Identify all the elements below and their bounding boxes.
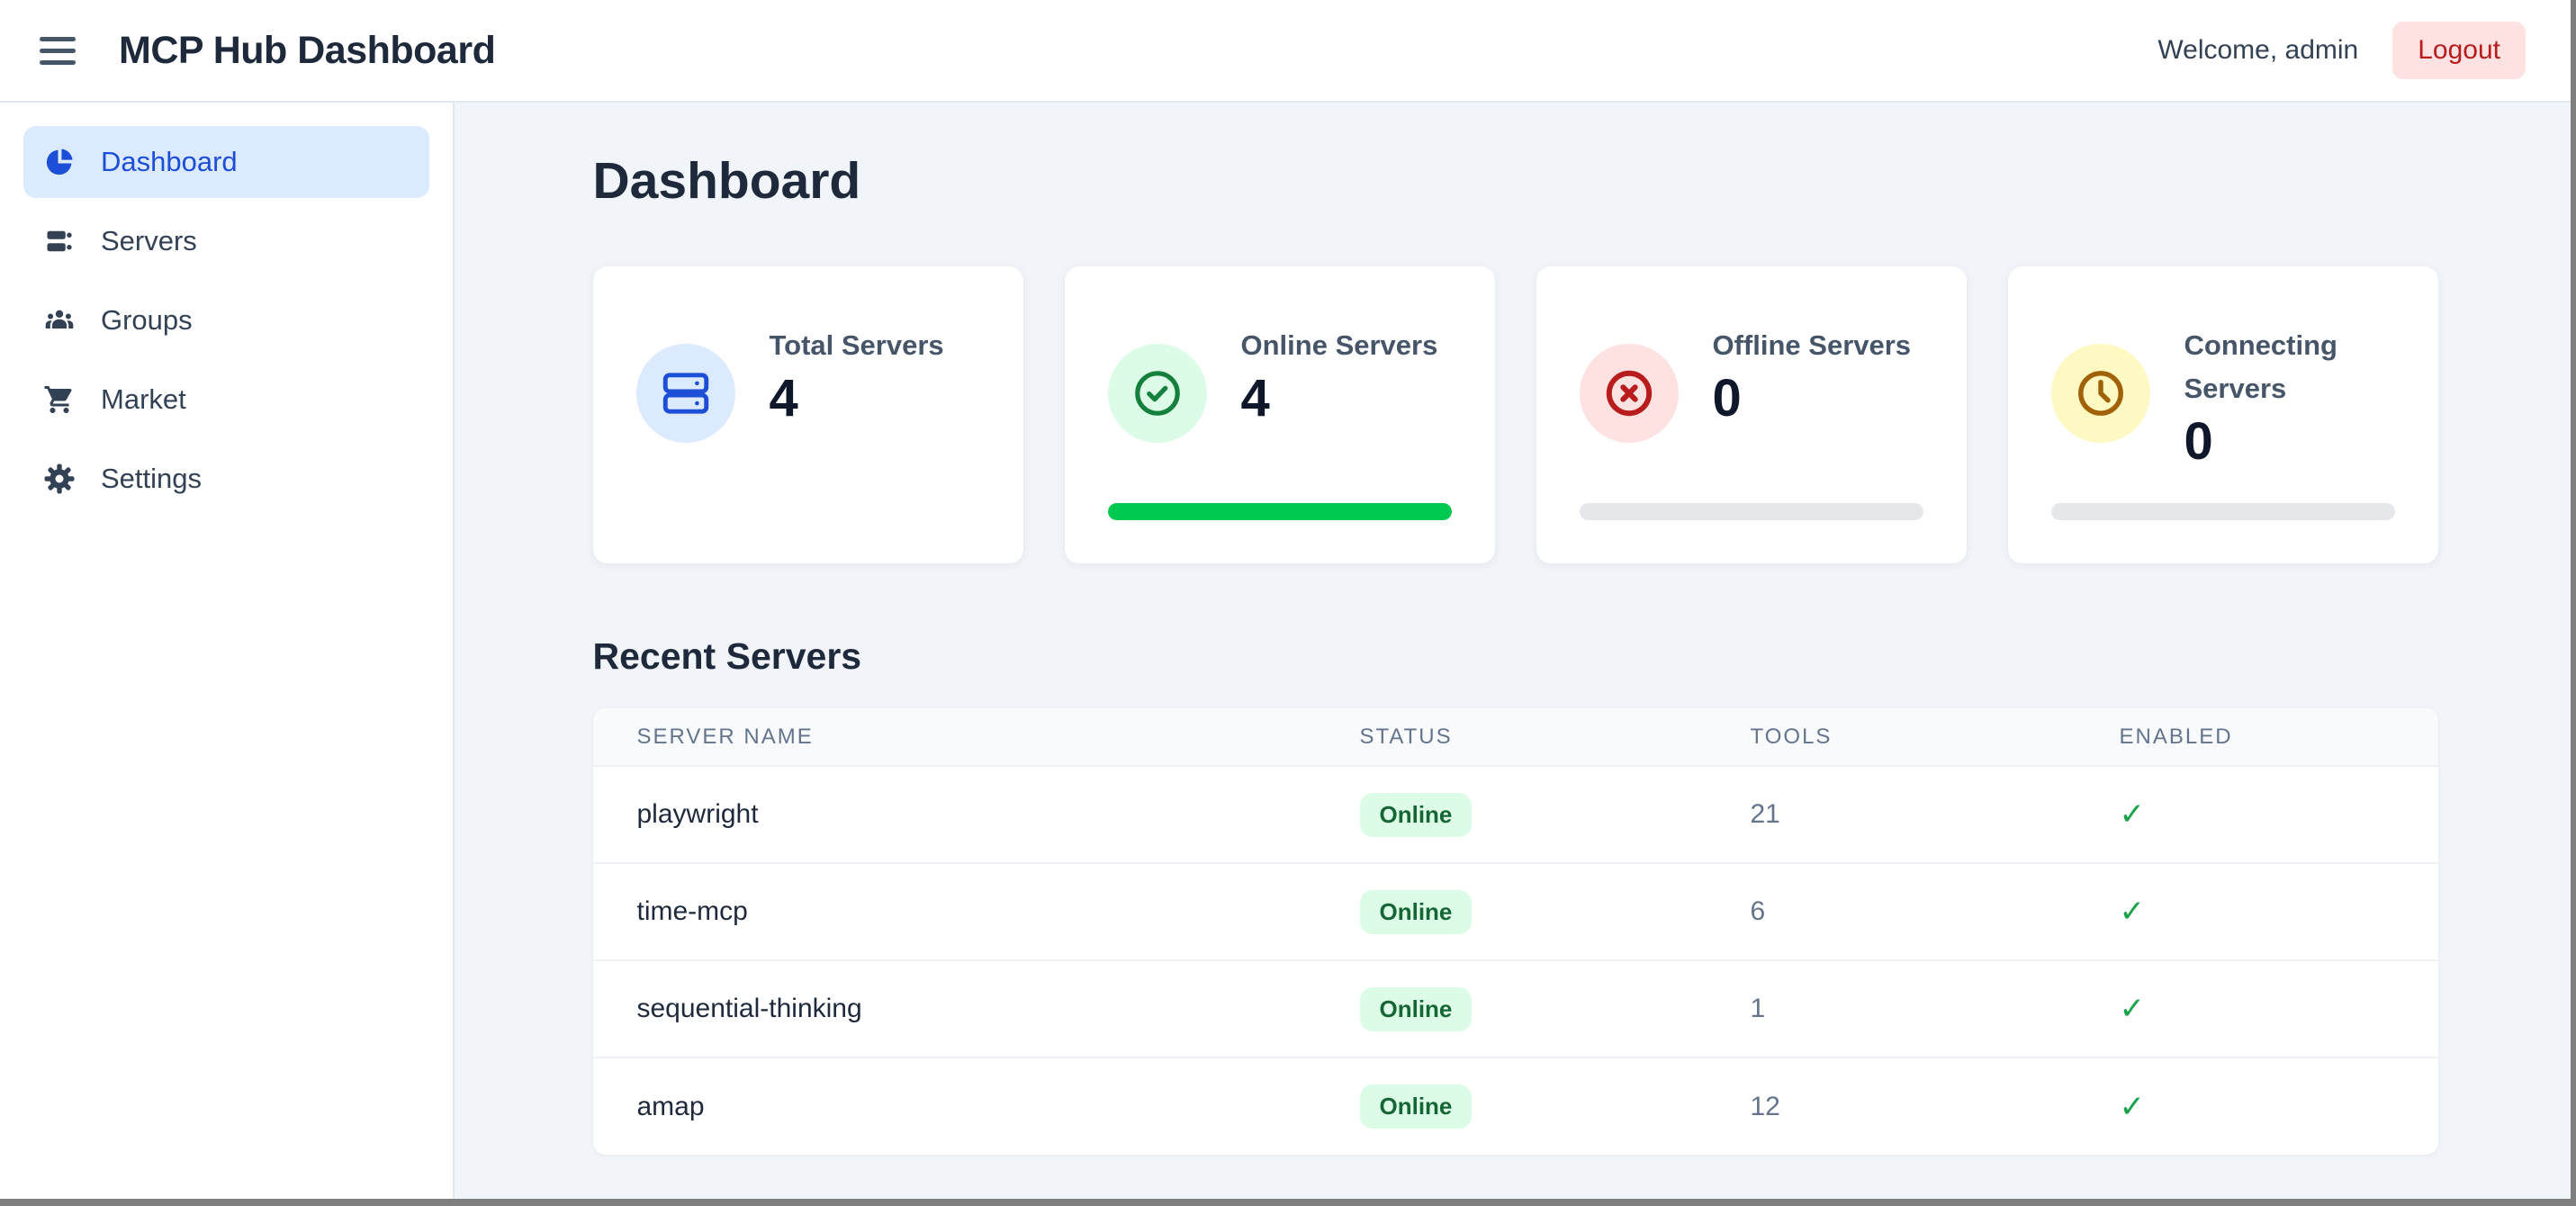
progress-bar bbox=[1108, 503, 1452, 520]
users-icon bbox=[43, 304, 76, 337]
stat-card-total-servers: Total Servers 4 bbox=[593, 266, 1023, 563]
stat-card-value: 0 bbox=[2184, 416, 2395, 468]
table-row: amap Online 12 ✓ bbox=[593, 1058, 2438, 1155]
tools-count-cell: 1 bbox=[1751, 994, 1766, 1023]
table-row: sequential-thinking Online 1 ✓ bbox=[593, 960, 2438, 1058]
stat-card-title: Connecting Servers bbox=[2184, 324, 2395, 410]
pie-chart-icon bbox=[43, 146, 76, 178]
progress-bar bbox=[1580, 503, 1923, 520]
recent-servers-table: SERVER NAME STATUS TOOLS ENABLED playwri… bbox=[593, 708, 2438, 1155]
sidebar: Dashboard Servers Groups Market bbox=[0, 103, 455, 1204]
stat-card-value: 4 bbox=[1241, 373, 1438, 425]
sidebar-item-dashboard[interactable]: Dashboard bbox=[23, 126, 429, 198]
table-row: playwright Online 21 ✓ bbox=[593, 766, 2438, 863]
status-badge: Online bbox=[1360, 793, 1473, 837]
progress-bar bbox=[2051, 503, 2395, 520]
sidebar-item-settings[interactable]: Settings bbox=[23, 443, 429, 515]
clock-icon bbox=[2051, 344, 2150, 443]
sidebar-item-groups[interactable]: Groups bbox=[23, 284, 429, 356]
column-header-enabled: ENABLED bbox=[2076, 708, 2438, 766]
server-stack-icon bbox=[43, 225, 76, 257]
server-name-cell: time-mcp bbox=[637, 896, 748, 926]
stat-cards-row: Total Servers 4 Online Servers 4 bbox=[593, 266, 2438, 563]
enabled-check-icon: ✓ bbox=[2120, 992, 2146, 1026]
welcome-text: Welcome, admin bbox=[2157, 35, 2358, 66]
sidebar-item-label: Servers bbox=[101, 225, 197, 257]
gear-icon bbox=[43, 463, 76, 495]
sidebar-item-label: Settings bbox=[101, 463, 202, 495]
sidebar-item-market[interactable]: Market bbox=[23, 364, 429, 436]
status-badge: Online bbox=[1360, 987, 1473, 1031]
stat-card-value: 4 bbox=[770, 373, 944, 425]
column-header-status: STATUS bbox=[1316, 708, 1707, 766]
status-badge: Online bbox=[1360, 1084, 1473, 1129]
hamburger-menu-icon[interactable] bbox=[40, 37, 76, 65]
tools-count-cell: 21 bbox=[1751, 799, 1780, 829]
stat-card-title: Total Servers bbox=[770, 324, 944, 367]
column-header-tools: TOOLS bbox=[1707, 708, 2076, 766]
horizontal-scrollbar[interactable] bbox=[0, 1199, 2576, 1206]
enabled-check-icon: ✓ bbox=[2120, 895, 2146, 929]
column-header-server-name: SERVER NAME bbox=[593, 708, 1316, 766]
stat-card-value: 0 bbox=[1713, 373, 1912, 425]
tools-count-cell: 12 bbox=[1751, 1092, 1780, 1121]
check-circle-icon bbox=[1108, 344, 1207, 443]
recent-servers-title: Recent Servers bbox=[593, 635, 2438, 678]
sidebar-item-label: Dashboard bbox=[101, 146, 238, 178]
sidebar-item-servers[interactable]: Servers bbox=[23, 205, 429, 277]
table-header-row: SERVER NAME STATUS TOOLS ENABLED bbox=[593, 708, 2438, 766]
server-name-cell: amap bbox=[637, 1092, 705, 1121]
app-title: MCP Hub Dashboard bbox=[119, 29, 495, 73]
stat-card-title: Online Servers bbox=[1241, 324, 1438, 367]
sidebar-item-label: Market bbox=[101, 383, 186, 416]
stat-card-offline-servers: Offline Servers 0 bbox=[1536, 266, 1967, 563]
x-circle-icon bbox=[1580, 344, 1679, 443]
table-row: time-mcp Online 6 ✓ bbox=[593, 863, 2438, 960]
enabled-check-icon: ✓ bbox=[2120, 797, 2146, 832]
stat-card-online-servers: Online Servers 4 bbox=[1065, 266, 1495, 563]
status-badge: Online bbox=[1360, 890, 1473, 934]
tools-count-cell: 6 bbox=[1751, 896, 1766, 926]
server-icon bbox=[636, 344, 735, 443]
stat-card-title: Offline Servers bbox=[1713, 324, 1912, 367]
vertical-scrollbar[interactable] bbox=[2571, 0, 2576, 1206]
main-content: Dashboard Total Servers 4 bbox=[455, 103, 2576, 1204]
enabled-check-icon: ✓ bbox=[2120, 1090, 2146, 1124]
page-title: Dashboard bbox=[593, 151, 2438, 211]
server-name-cell: playwright bbox=[637, 799, 759, 829]
shopping-cart-icon bbox=[43, 383, 76, 416]
app-header: MCP Hub Dashboard Welcome, admin Logout bbox=[0, 0, 2576, 103]
sidebar-item-label: Groups bbox=[101, 304, 193, 337]
logout-button[interactable]: Logout bbox=[2392, 22, 2526, 79]
stat-card-connecting-servers: Connecting Servers 0 bbox=[2008, 266, 2438, 563]
server-name-cell: sequential-thinking bbox=[637, 994, 862, 1023]
